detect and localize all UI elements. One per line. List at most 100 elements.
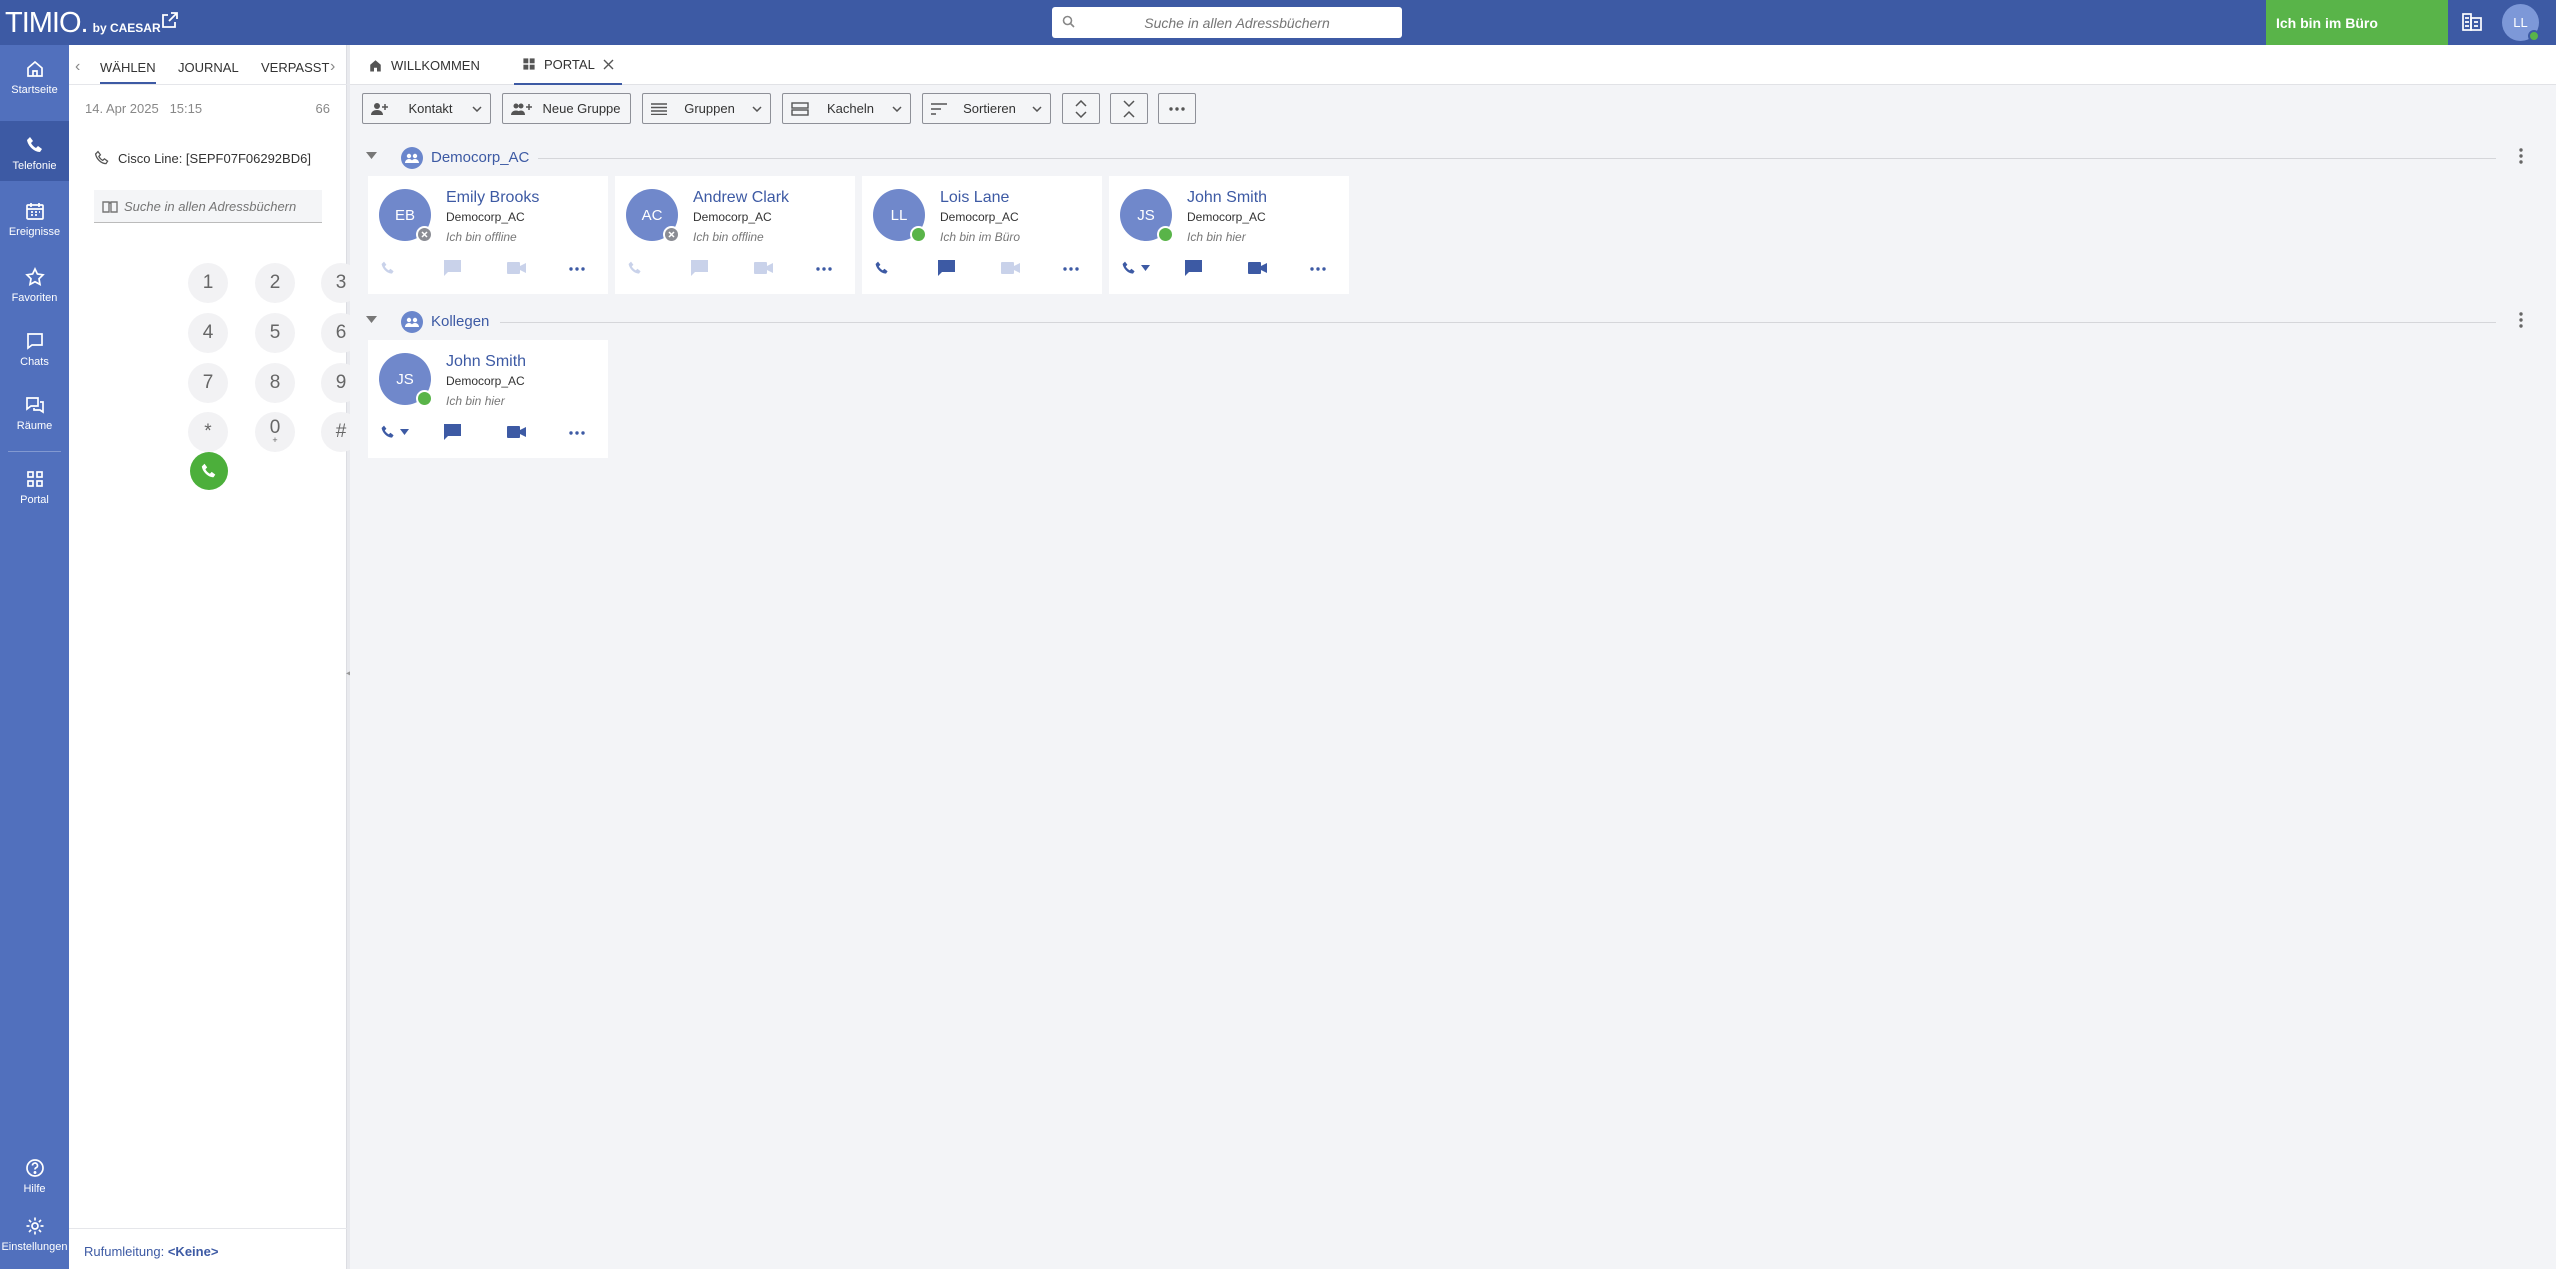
- collapse-icon: [1122, 99, 1136, 118]
- contact-name[interactable]: John Smith: [1187, 189, 1267, 207]
- contact-company: Democorp_AC: [446, 210, 525, 224]
- contact-name[interactable]: Andrew Clark: [693, 189, 789, 207]
- more-horizontal-icon[interactable]: [1310, 267, 1326, 271]
- dial-key-5[interactable]: 5: [255, 313, 295, 353]
- call-icon: [1121, 260, 1137, 276]
- dial-key-star[interactable]: *: [188, 412, 228, 452]
- call-dropdown[interactable]: [1121, 260, 1150, 276]
- close-icon[interactable]: [603, 59, 614, 70]
- tiles-dropdown[interactable]: Kacheln: [782, 93, 911, 124]
- tab-willkommen[interactable]: WILLKOMMEN: [360, 45, 488, 85]
- contact-avatar: LL: [873, 189, 927, 243]
- add-contact-icon: [371, 102, 389, 116]
- directory-icon[interactable]: [2460, 10, 2484, 34]
- group-collapse-icon[interactable]: [366, 316, 377, 324]
- expand-all-button[interactable]: [1062, 93, 1100, 124]
- sort-dropdown[interactable]: Sortieren: [922, 93, 1051, 124]
- dial-key-4[interactable]: 4: [188, 313, 228, 353]
- video-icon[interactable]: [507, 426, 526, 438]
- presence-status-button[interactable]: Ich bin im Büro: [2266, 0, 2448, 45]
- contact-name[interactable]: John Smith: [446, 353, 526, 371]
- group-name[interactable]: Kollegen: [431, 313, 489, 330]
- dial-key-8[interactable]: 8: [255, 363, 295, 403]
- more-horizontal-icon[interactable]: [816, 267, 832, 271]
- tab-portal[interactable]: PORTAL: [514, 45, 622, 85]
- nav-item-chats[interactable]: Chats: [0, 317, 69, 377]
- dial-search[interactable]: [94, 190, 322, 223]
- chevron-down-icon: [752, 105, 762, 112]
- contact-avatar: EB: [379, 189, 433, 243]
- global-search-input[interactable]: [1082, 7, 1392, 38]
- main-tabs: WILLKOMMEN PORTAL: [350, 45, 2556, 85]
- contact-card[interactable]: JS John Smith Democorp_AC Ich bin hier: [1109, 176, 1349, 294]
- more-horizontal-icon[interactable]: [1063, 267, 1079, 271]
- dial-key-1[interactable]: 1: [188, 263, 228, 303]
- nav-item-raeume[interactable]: Räume: [0, 381, 69, 441]
- chat-icon[interactable]: [1185, 260, 1202, 276]
- nav-item-favoriten[interactable]: Favoriten: [0, 253, 69, 313]
- group-name[interactable]: Democorp_AC: [431, 149, 529, 166]
- call-icon[interactable]: [874, 260, 890, 276]
- chat-icon[interactable]: [938, 260, 955, 276]
- nav-item-portal[interactable]: Portal: [0, 455, 69, 515]
- call-button[interactable]: [190, 452, 228, 490]
- call-icon: [627, 260, 643, 276]
- contact-name[interactable]: Emily Brooks: [446, 189, 539, 207]
- dial-key-0-plus: +: [272, 435, 278, 445]
- tab-verpasst[interactable]: VERPASST: [261, 60, 329, 75]
- caret-down-icon: [1141, 265, 1150, 271]
- line-selector[interactable]: Cisco Line: [SEPF07F06292BD6]: [94, 150, 311, 166]
- portal-toolbar: Kontakt Neue Gruppe Gruppen Kacheln Sort…: [350, 85, 2556, 129]
- call-dropdown[interactable]: [380, 424, 409, 440]
- caret-down-icon: [400, 429, 409, 435]
- calendar-icon: [25, 201, 45, 221]
- user-avatar[interactable]: LL: [2502, 4, 2540, 42]
- contact-name[interactable]: Lois Lane: [940, 189, 1009, 207]
- contact-dropdown[interactable]: Kontakt: [362, 93, 491, 124]
- forwarding-value: <Keine>: [167, 1244, 219, 1259]
- more-vertical-icon[interactable]: [2519, 147, 2523, 165]
- more-horizontal-icon[interactable]: [569, 431, 585, 435]
- nav-item-hilfe[interactable]: Hilfe: [0, 1144, 69, 1204]
- chat-icon: [691, 260, 708, 276]
- tab-journal[interactable]: JOURNAL: [178, 60, 239, 75]
- group-collapse-icon[interactable]: [366, 152, 377, 160]
- nav-label: Hilfe: [23, 1183, 46, 1195]
- search-icon: [1062, 15, 1075, 28]
- contact-card[interactable]: EB Emily Brooks Democorp_AC Ich bin offl…: [368, 176, 608, 294]
- dial-key-7[interactable]: 7: [188, 363, 228, 403]
- tabs-next-icon[interactable]: ›: [330, 58, 335, 76]
- dial-key-0[interactable]: 0 +: [255, 412, 295, 452]
- nav-item-einstellungen[interactable]: Einstellungen: [0, 1202, 69, 1262]
- more-vertical-icon[interactable]: [2519, 311, 2523, 329]
- new-group-button[interactable]: Neue Gruppe: [502, 93, 631, 124]
- nav-item-startseite[interactable]: Startseite: [0, 45, 69, 105]
- contact-card[interactable]: AC Andrew Clark Democorp_AC Ich bin offl…: [615, 176, 855, 294]
- chevron-down-icon: [472, 105, 482, 112]
- tab-waehlen[interactable]: WÄHLEN: [100, 60, 156, 84]
- more-options-button[interactable]: [1158, 93, 1196, 124]
- video-icon[interactable]: [1248, 262, 1267, 274]
- contact-company: Democorp_AC: [446, 374, 525, 388]
- call-forwarding[interactable]: Rufumleitung: <Keine>: [69, 1228, 347, 1269]
- contact-card[interactable]: JS John Smith Democorp_AC Ich bin hier: [368, 340, 608, 458]
- tiles-icon: [791, 101, 809, 116]
- chat-icon[interactable]: [444, 424, 461, 440]
- external-link-icon[interactable]: [161, 11, 179, 29]
- groups-dropdown[interactable]: Gruppen: [642, 93, 771, 124]
- global-search[interactable]: [1052, 7, 1402, 38]
- nav-label: Favoriten: [11, 292, 58, 304]
- nav-label: Chats: [20, 356, 49, 368]
- tiles-label: Kacheln: [827, 101, 874, 116]
- nav-item-telefonie[interactable]: Telefonie: [0, 121, 69, 181]
- dial-key-2[interactable]: 2: [255, 263, 295, 303]
- contact-avatar: JS: [1120, 189, 1174, 243]
- tabs-prev-icon[interactable]: ‹: [75, 58, 80, 76]
- more-horizontal-icon[interactable]: [569, 267, 585, 271]
- group-header-democorp: Democorp_AC: [350, 144, 2556, 170]
- nav-item-ereignisse[interactable]: Ereignisse: [0, 187, 69, 247]
- contact-initials: AC: [641, 206, 663, 224]
- contact-card[interactable]: LL Lois Lane Democorp_AC Ich bin im Büro: [862, 176, 1102, 294]
- collapse-all-button[interactable]: [1110, 93, 1148, 124]
- dial-search-input[interactable]: [124, 190, 314, 223]
